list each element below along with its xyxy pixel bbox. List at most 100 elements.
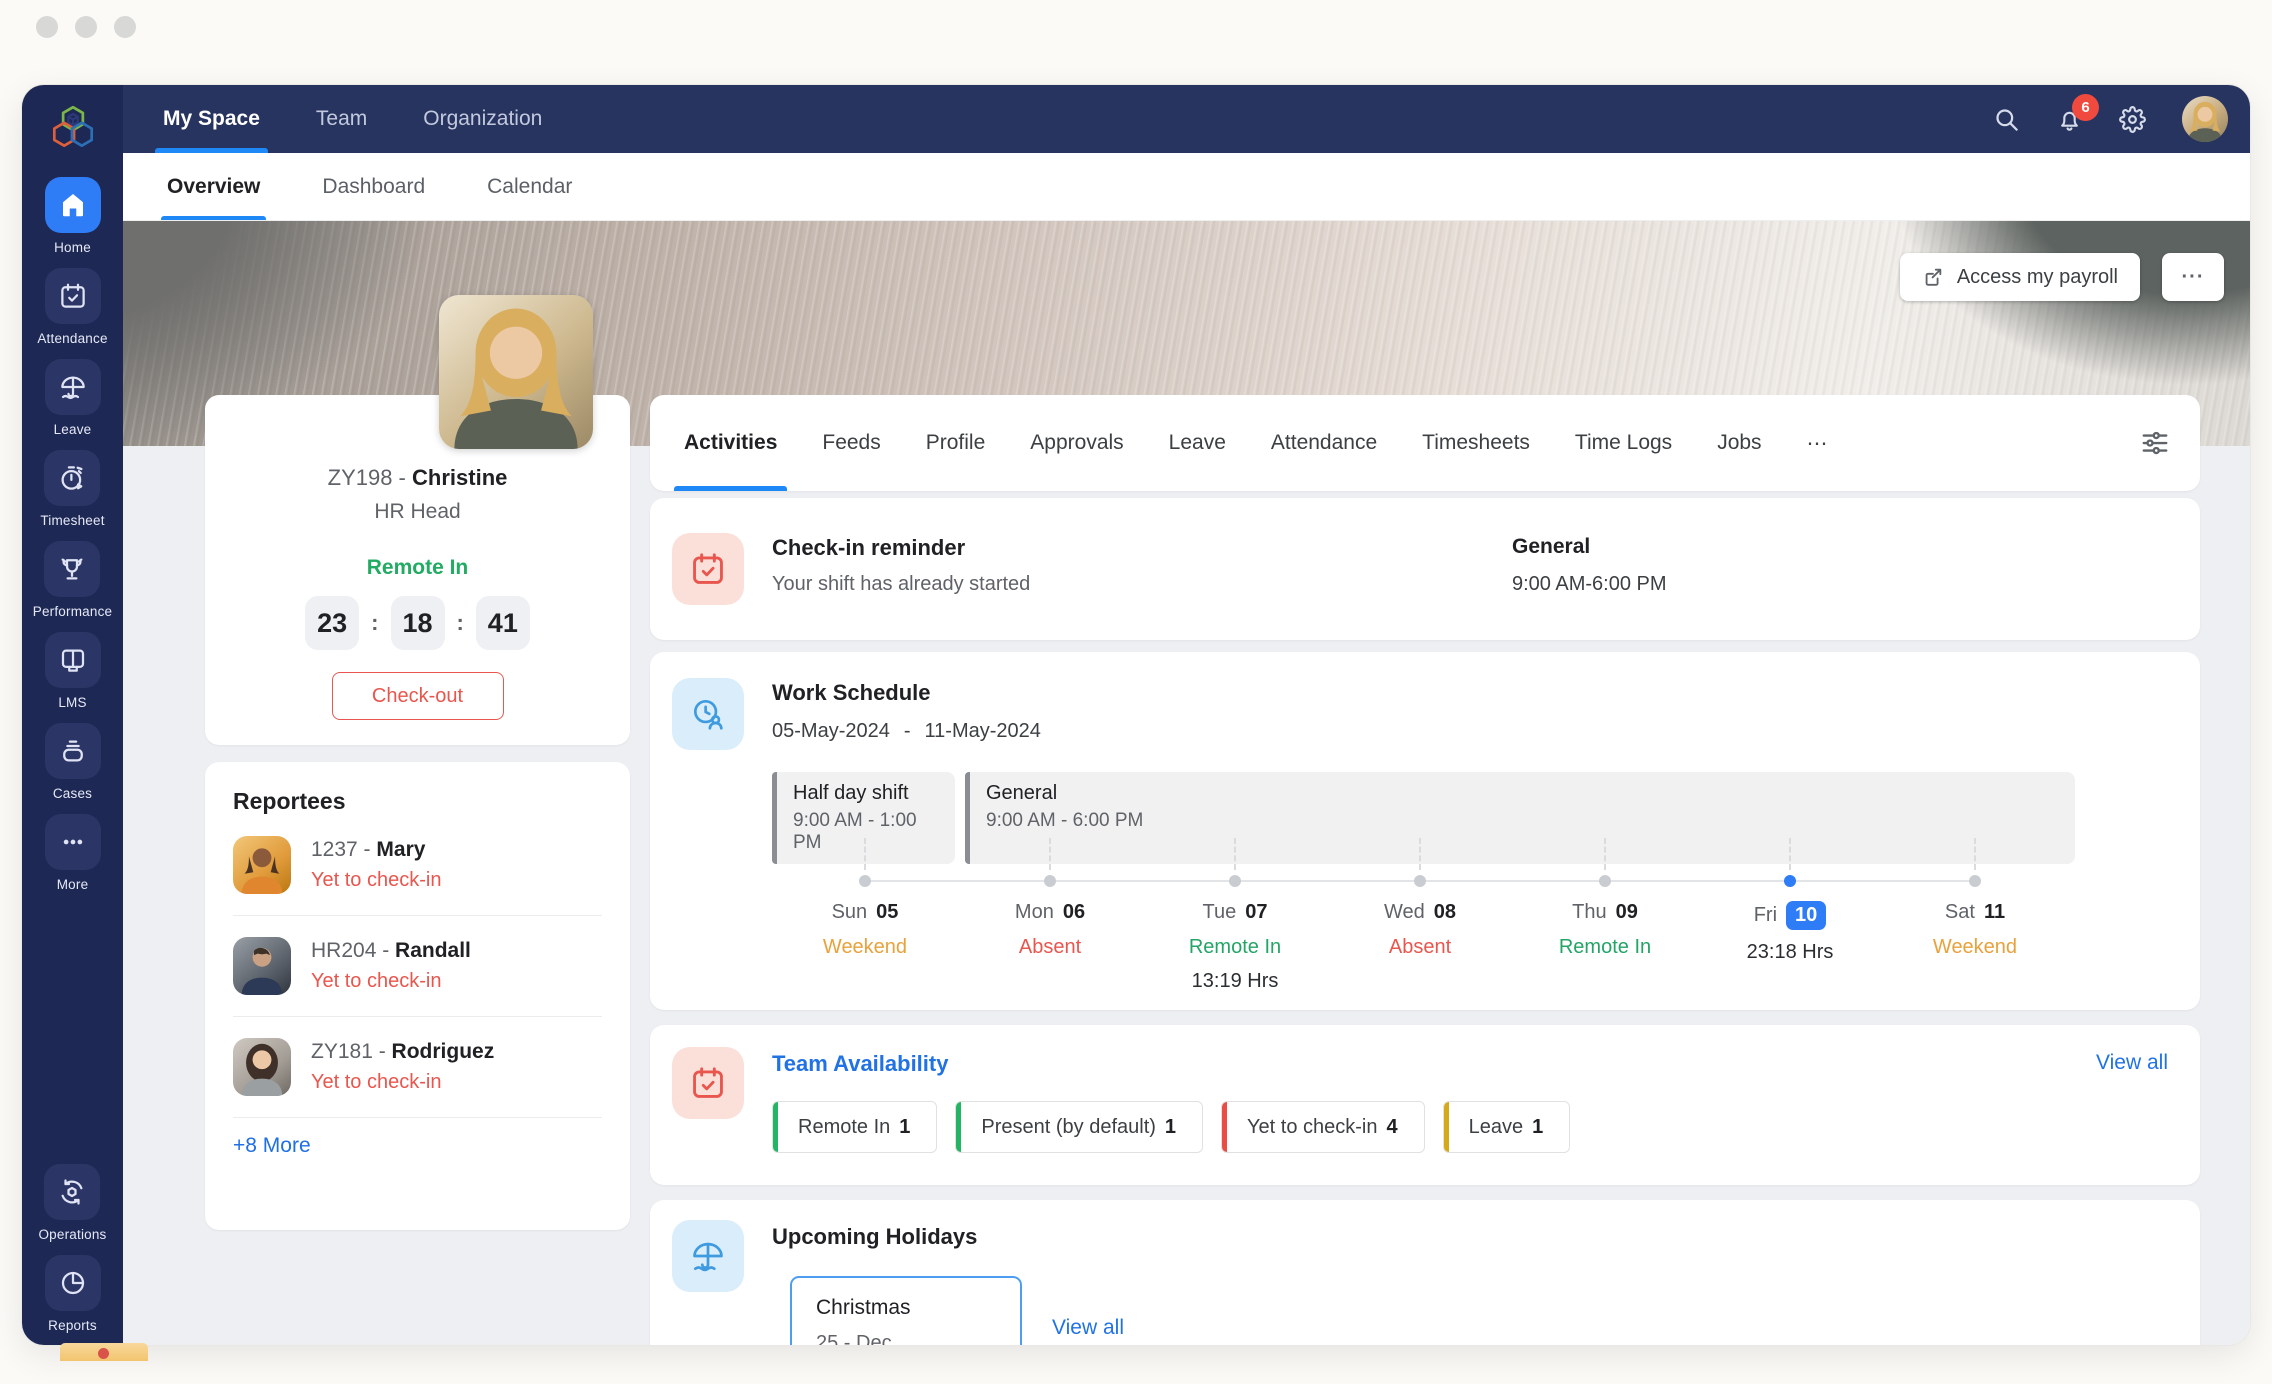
window-control-dot[interactable] xyxy=(36,16,58,38)
week-timeline: Sun 05 Weekend Mon 06 Absent Tue 07 Remote … xyxy=(780,838,2060,998)
work-timer: 23 : 18 : 41 xyxy=(205,596,630,650)
notifications-bell-icon[interactable]: 6 xyxy=(2056,93,2099,133)
sidebar-item-label: LMS xyxy=(58,695,87,710)
holidays-title: Upcoming Holidays xyxy=(772,1224,978,1249)
user-avatar[interactable] xyxy=(2182,96,2228,142)
home-icon xyxy=(44,177,101,233)
schedule-day-sun: Sun 05 Weekend xyxy=(780,838,950,993)
sidebar-item-label: Performance xyxy=(32,604,113,619)
reportee-info: ZY181 - Rodriguez Yet to check-in xyxy=(311,1040,494,1094)
schedule-day-thu: Thu 09 Remote In xyxy=(1520,838,1690,993)
reportee-row[interactable]: 1237 - Mary Yet to check-in xyxy=(233,815,602,915)
peek-widget[interactable] xyxy=(60,1343,148,1361)
timer-seconds: 41 xyxy=(475,596,530,650)
pill-leave[interactable]: Leave 1 xyxy=(1442,1101,1571,1153)
schedule-day-fri-today: Fri 10 23:18 Hrs xyxy=(1705,838,1875,993)
cases-box-icon xyxy=(44,723,101,779)
tab-activities[interactable]: Activities xyxy=(674,395,788,491)
reportee-id: ZY181 - xyxy=(311,1040,386,1063)
sidebar-item-performance[interactable]: Performance xyxy=(33,541,112,619)
sidebar-item-reports[interactable]: Reports xyxy=(44,1255,101,1333)
settings-gear-icon[interactable] xyxy=(2119,105,2146,133)
external-link-icon xyxy=(1925,268,1942,286)
sidebar-item-more[interactable]: More xyxy=(44,814,101,892)
team-availability-title-link[interactable]: Team Availability xyxy=(772,1051,948,1077)
subnav-label: Calendar xyxy=(487,174,573,198)
banner-more-button[interactable]: ··· xyxy=(2162,253,2224,301)
pill-present-by-default[interactable]: Present (by default) 1 xyxy=(955,1101,1204,1153)
holiday-name: Christmas xyxy=(816,1296,911,1319)
calendar-check-icon xyxy=(672,1047,744,1119)
pill-yet-to-check-in[interactable]: Yet to check-in 4 xyxy=(1221,1101,1425,1153)
sidebar-item-label: Leave xyxy=(53,422,92,437)
sidebar-item-label: Reports xyxy=(48,1318,97,1333)
work-schedule-dates: 05-May-2024 - 11-May-2024 xyxy=(772,720,1041,743)
date-to: 11-May-2024 xyxy=(924,720,1041,742)
top-icon-group: 6 xyxy=(1993,93,2228,142)
reportee-id: HR204 - xyxy=(311,939,390,962)
day-status: Weekend xyxy=(822,936,908,958)
sidebar-item-label: Operations xyxy=(38,1227,107,1242)
leave-umbrella-icon xyxy=(44,359,101,415)
tab-approvals[interactable]: Approvals xyxy=(1030,395,1123,491)
tab-profile[interactable]: Profile xyxy=(926,395,986,491)
active-underline xyxy=(161,216,267,220)
window-controls[interactable] xyxy=(36,16,136,38)
window-control-dot[interactable] xyxy=(114,16,136,38)
app-window: Home Attendance Leave Timesheet Performa… xyxy=(22,85,2250,1345)
access-payroll-button[interactable]: Access my payroll xyxy=(1899,253,2140,301)
sidebar-item-leave[interactable]: Leave xyxy=(44,359,101,437)
nav-label: Organization xyxy=(423,107,543,130)
sidebar-item-home[interactable]: Home xyxy=(44,177,101,255)
today-date-chip: 10 xyxy=(1786,901,1827,930)
tab-timesheets[interactable]: Timesheets xyxy=(1422,395,1530,491)
tab-leave[interactable]: Leave xyxy=(1169,395,1226,491)
sidebar-item-label: Home xyxy=(54,240,91,255)
subnav-overview[interactable]: Overview xyxy=(161,153,267,220)
holiday-item-christmas[interactable]: Christmas 25 - Dec, Wednesday xyxy=(790,1276,1022,1345)
customize-sliders-icon[interactable] xyxy=(2140,428,2170,458)
subnav-label: Dashboard xyxy=(322,174,426,198)
shift-time: 9:00 AM-6:00 PM xyxy=(1512,573,1667,595)
reportee-row[interactable]: HR204 - Randall Yet to check-in xyxy=(233,915,602,1016)
tab-feeds[interactable]: Feeds xyxy=(822,395,880,491)
availability-pills: Remote In 1 Present (by default) 1 Yet t… xyxy=(772,1101,1571,1153)
tab-jobs[interactable]: Jobs xyxy=(1717,395,1761,491)
subnav-dashboard[interactable]: Dashboard xyxy=(322,153,425,220)
pill-remote-in[interactable]: Remote In 1 xyxy=(772,1101,938,1153)
check-out-button[interactable]: Check-out xyxy=(331,672,504,720)
nav-organization[interactable]: Organization xyxy=(423,85,542,153)
timer-hours: 23 xyxy=(305,596,360,650)
team-availability-card: Team Availability View all Remote In 1 P… xyxy=(650,1025,2200,1185)
reportee-avatar xyxy=(233,836,291,894)
reportees-more-link[interactable]: +8 More xyxy=(233,1134,311,1158)
sidebar-item-lms[interactable]: LMS xyxy=(44,632,101,710)
tab-attendance[interactable]: Attendance xyxy=(1271,395,1377,491)
search-icon[interactable] xyxy=(1993,106,2020,133)
sidebar-item-cases[interactable]: Cases xyxy=(44,723,101,801)
notification-badge: 6 xyxy=(2072,93,2099,121)
tab-time-logs[interactable]: Time Logs xyxy=(1575,395,1672,491)
sidebar-item-operations[interactable]: Operations xyxy=(38,1164,106,1242)
window-control-dot[interactable] xyxy=(75,16,97,38)
nav-team[interactable]: Team xyxy=(316,85,367,153)
sub-navigation: Overview Dashboard Calendar xyxy=(123,153,2250,221)
subnav-calendar[interactable]: Calendar xyxy=(487,153,572,220)
timer-colon: : xyxy=(371,610,379,635)
sidebar-item-timesheet[interactable]: Timesheet xyxy=(40,450,104,528)
operations-sync-icon xyxy=(44,1164,101,1220)
day-hours: 23:18 Hrs xyxy=(1746,941,1834,963)
day-status: Remote In xyxy=(1188,936,1282,958)
holiday-date: 25 - Dec, Wednesday xyxy=(816,1332,898,1345)
reportee-row[interactable]: ZY181 - Rodriguez Yet to check-in xyxy=(233,1016,602,1117)
holidays-view-all-link[interactable]: View all xyxy=(1052,1316,1124,1340)
employee-name: ZY198 - Christine xyxy=(205,465,630,491)
profile-photo[interactable] xyxy=(439,295,593,449)
checkin-reminder-card: Check-in reminder Your shift has already… xyxy=(650,498,2200,640)
tab-overflow[interactable]: ⋯ xyxy=(1807,395,1828,491)
zoho-people-logo-icon[interactable] xyxy=(46,101,100,155)
sidebar-item-attendance[interactable]: Attendance xyxy=(37,268,107,346)
team-availability-view-all-link[interactable]: View all xyxy=(2096,1051,2168,1075)
reminder-title: Check-in reminder xyxy=(772,535,966,560)
nav-my-space[interactable]: My Space xyxy=(155,85,268,153)
